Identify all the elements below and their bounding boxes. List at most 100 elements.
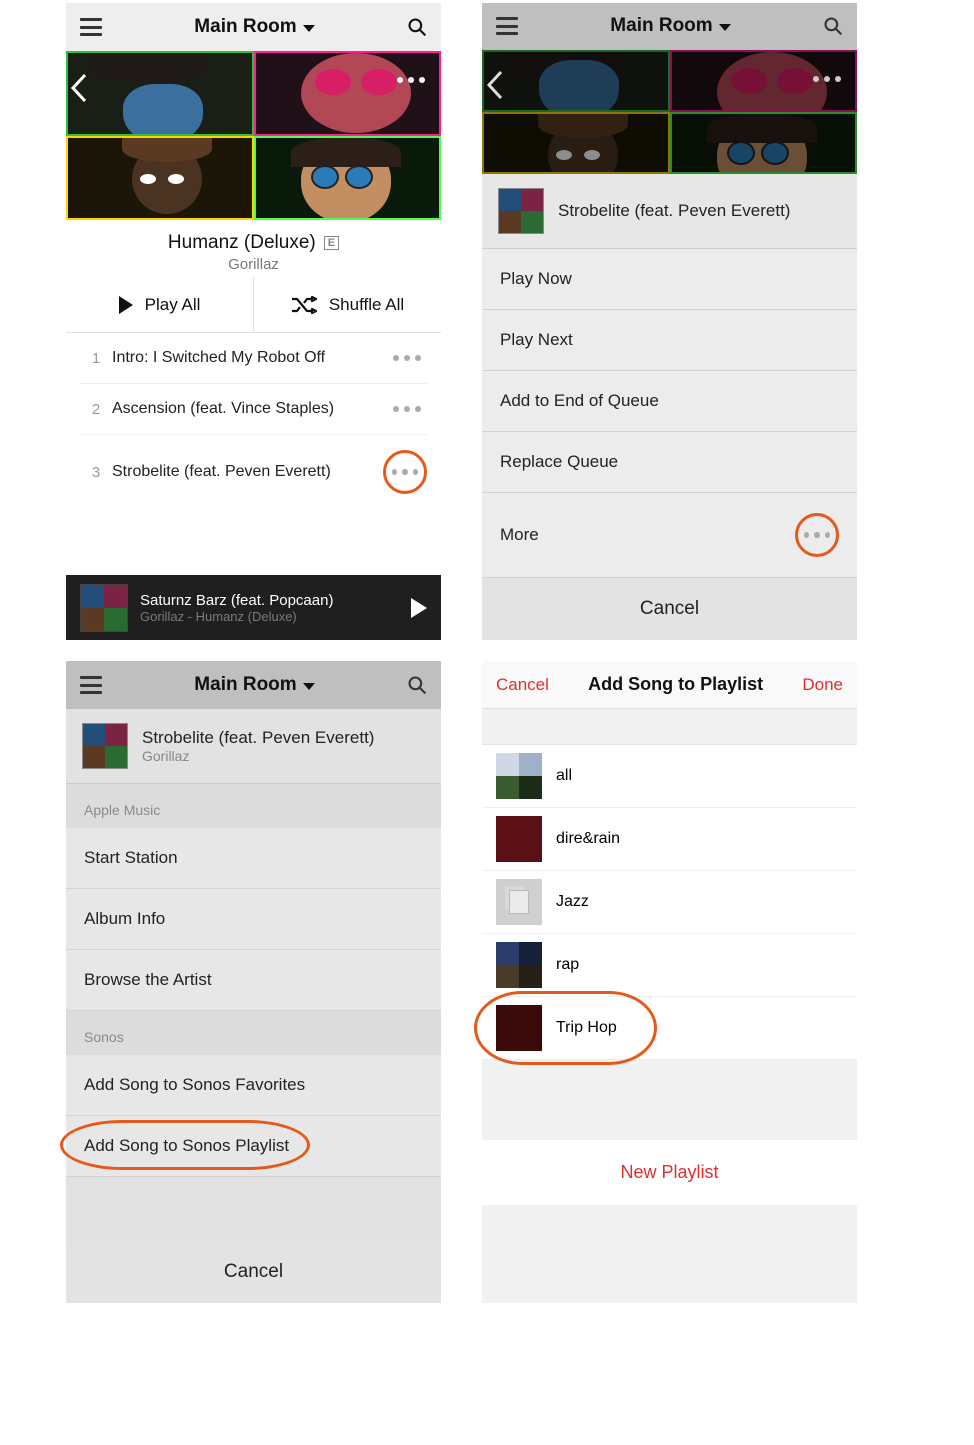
track-more-icon[interactable] — [387, 400, 427, 418]
playlist-placeholder-icon — [496, 879, 542, 925]
playlist-name: dire&rain — [556, 830, 620, 848]
now-playing-bar[interactable]: Saturnz Barz (feat. Popcaan) Gorillaz - … — [66, 575, 441, 640]
cancel-button[interactable]: Cancel — [66, 1241, 441, 1303]
track-row[interactable]: 2 Ascension (feat. Vince Staples) — [80, 384, 427, 435]
playlist-name: Trip Hop — [556, 1019, 617, 1037]
action-start-station[interactable]: Start Station — [66, 828, 441, 889]
sheet-header: Strobelite (feat. Peven Everett) — [482, 174, 857, 249]
track-title: Strobelite (feat. Peven Everett) — [112, 462, 383, 482]
modal-nav: Cancel Add Song to Playlist Done — [482, 661, 857, 709]
spacer — [482, 1060, 857, 1140]
sheet-header: Strobelite (feat. Peven Everett) Gorilla… — [66, 709, 441, 784]
album-title: Humanz (Deluxe) — [168, 232, 316, 254]
search-icon — [823, 16, 843, 36]
playlist-art — [496, 816, 542, 862]
action-browse-artist[interactable]: Browse the Artist — [66, 950, 441, 1011]
section-apple-music: Apple Music — [66, 784, 441, 828]
menu-icon — [80, 676, 102, 694]
room-selector[interactable]: Main Room — [102, 16, 407, 38]
shuffle-all-button[interactable]: Shuffle All — [253, 277, 441, 332]
menu-icon — [496, 17, 518, 35]
track-number: 1 — [80, 350, 112, 367]
playlist-name: rap — [556, 956, 579, 974]
action-replace-queue[interactable]: Replace Queue — [482, 432, 857, 493]
action-more-label: More — [500, 525, 795, 545]
now-playing-art — [80, 584, 128, 632]
chevron-down-icon — [719, 24, 731, 31]
chevron-down-icon — [303, 25, 315, 32]
song-art — [498, 188, 544, 234]
track-more-icon[interactable] — [383, 450, 427, 494]
album-more-icon — [813, 76, 841, 82]
modal-title: Add Song to Playlist — [588, 674, 763, 695]
track-row[interactable]: 1 Intro: I Switched My Robot Off — [80, 333, 427, 384]
track-more-icon[interactable] — [387, 349, 427, 367]
action-album-info[interactable]: Album Info — [66, 889, 441, 950]
cancel-button[interactable]: Cancel — [482, 578, 857, 640]
album-meta: Humanz (Deluxe) E Gorillaz — [66, 220, 441, 277]
album-more-icon[interactable] — [397, 77, 425, 83]
room-selector: Main Room — [518, 15, 823, 37]
chevron-down-icon — [303, 683, 315, 690]
track-row[interactable]: 3 Strobelite (feat. Peven Everett) — [80, 435, 427, 509]
search-icon[interactable] — [407, 17, 427, 37]
song-artist: Gorillaz — [142, 748, 374, 764]
playlist-art — [496, 942, 542, 988]
song-art — [82, 723, 128, 769]
track-title: Ascension (feat. Vince Staples) — [112, 399, 387, 419]
song-title: Strobelite (feat. Peven Everett) — [142, 728, 374, 748]
album-cover-dimmed — [482, 50, 857, 174]
more-dots-icon[interactable] — [795, 513, 839, 557]
play-icon[interactable] — [411, 598, 427, 618]
top-bar: Main Room — [66, 661, 441, 709]
action-more[interactable]: More — [482, 493, 857, 578]
track-number: 2 — [80, 401, 112, 418]
track-number: 3 — [80, 464, 112, 481]
play-all-label: Play All — [145, 295, 201, 315]
playlist-row[interactable]: rap — [482, 934, 857, 997]
playlist-row[interactable]: Jazz — [482, 871, 857, 934]
new-playlist-label: New Playlist — [620, 1162, 718, 1182]
more-sheet: Strobelite (feat. Peven Everett) Gorilla… — [66, 709, 441, 1303]
shuffle-icon — [291, 295, 317, 315]
cancel-button[interactable]: Cancel — [496, 675, 549, 695]
action-add-end-queue[interactable]: Add to End of Queue — [482, 371, 857, 432]
playlist-name: all — [556, 767, 572, 785]
menu-icon[interactable] — [80, 18, 102, 36]
room-name: Main Room — [610, 15, 712, 37]
play-all-button[interactable]: Play All — [66, 277, 253, 332]
playlist-art — [496, 1005, 542, 1051]
playlist-row[interactable]: Trip Hop — [482, 997, 857, 1060]
room-selector: Main Room — [102, 674, 407, 696]
action-add-playlist[interactable]: Add Song to Sonos Playlist — [66, 1116, 441, 1177]
playlist-row[interactable]: all — [482, 745, 857, 808]
playlist-name: Jazz — [556, 893, 589, 911]
section-sonos: Sonos — [66, 1011, 441, 1055]
top-bar: Main Room — [66, 3, 441, 51]
play-icon — [119, 296, 133, 314]
song-title: Strobelite (feat. Peven Everett) — [558, 201, 790, 221]
action-play-next[interactable]: Play Next — [482, 310, 857, 371]
action-sheet: Strobelite (feat. Peven Everett) Play No… — [482, 174, 857, 640]
spacer — [482, 1205, 857, 1303]
back-icon — [486, 70, 504, 100]
search-icon — [407, 675, 427, 695]
track-title: Intro: I Switched My Robot Off — [112, 348, 387, 368]
action-play-now[interactable]: Play Now — [482, 249, 857, 310]
now-playing-title: Saturnz Barz (feat. Popcaan) — [140, 592, 399, 609]
top-bar: Main Room — [482, 3, 857, 50]
done-button[interactable]: Done — [802, 675, 843, 695]
playlist-row[interactable]: dire&rain — [482, 808, 857, 871]
now-playing-sub: Gorillaz - Humanz (Deluxe) — [140, 609, 399, 624]
explicit-badge: E — [324, 236, 339, 250]
shuffle-all-label: Shuffle All — [329, 295, 404, 315]
room-name: Main Room — [194, 674, 296, 696]
room-name: Main Room — [194, 16, 296, 38]
back-icon[interactable] — [70, 73, 88, 103]
new-playlist-button[interactable]: New Playlist — [482, 1140, 857, 1205]
album-cover — [66, 51, 441, 220]
action-add-favorites[interactable]: Add Song to Sonos Favorites — [66, 1055, 441, 1116]
album-artist: Gorillaz — [74, 256, 433, 273]
spacer — [482, 709, 857, 745]
playlist-art — [496, 753, 542, 799]
